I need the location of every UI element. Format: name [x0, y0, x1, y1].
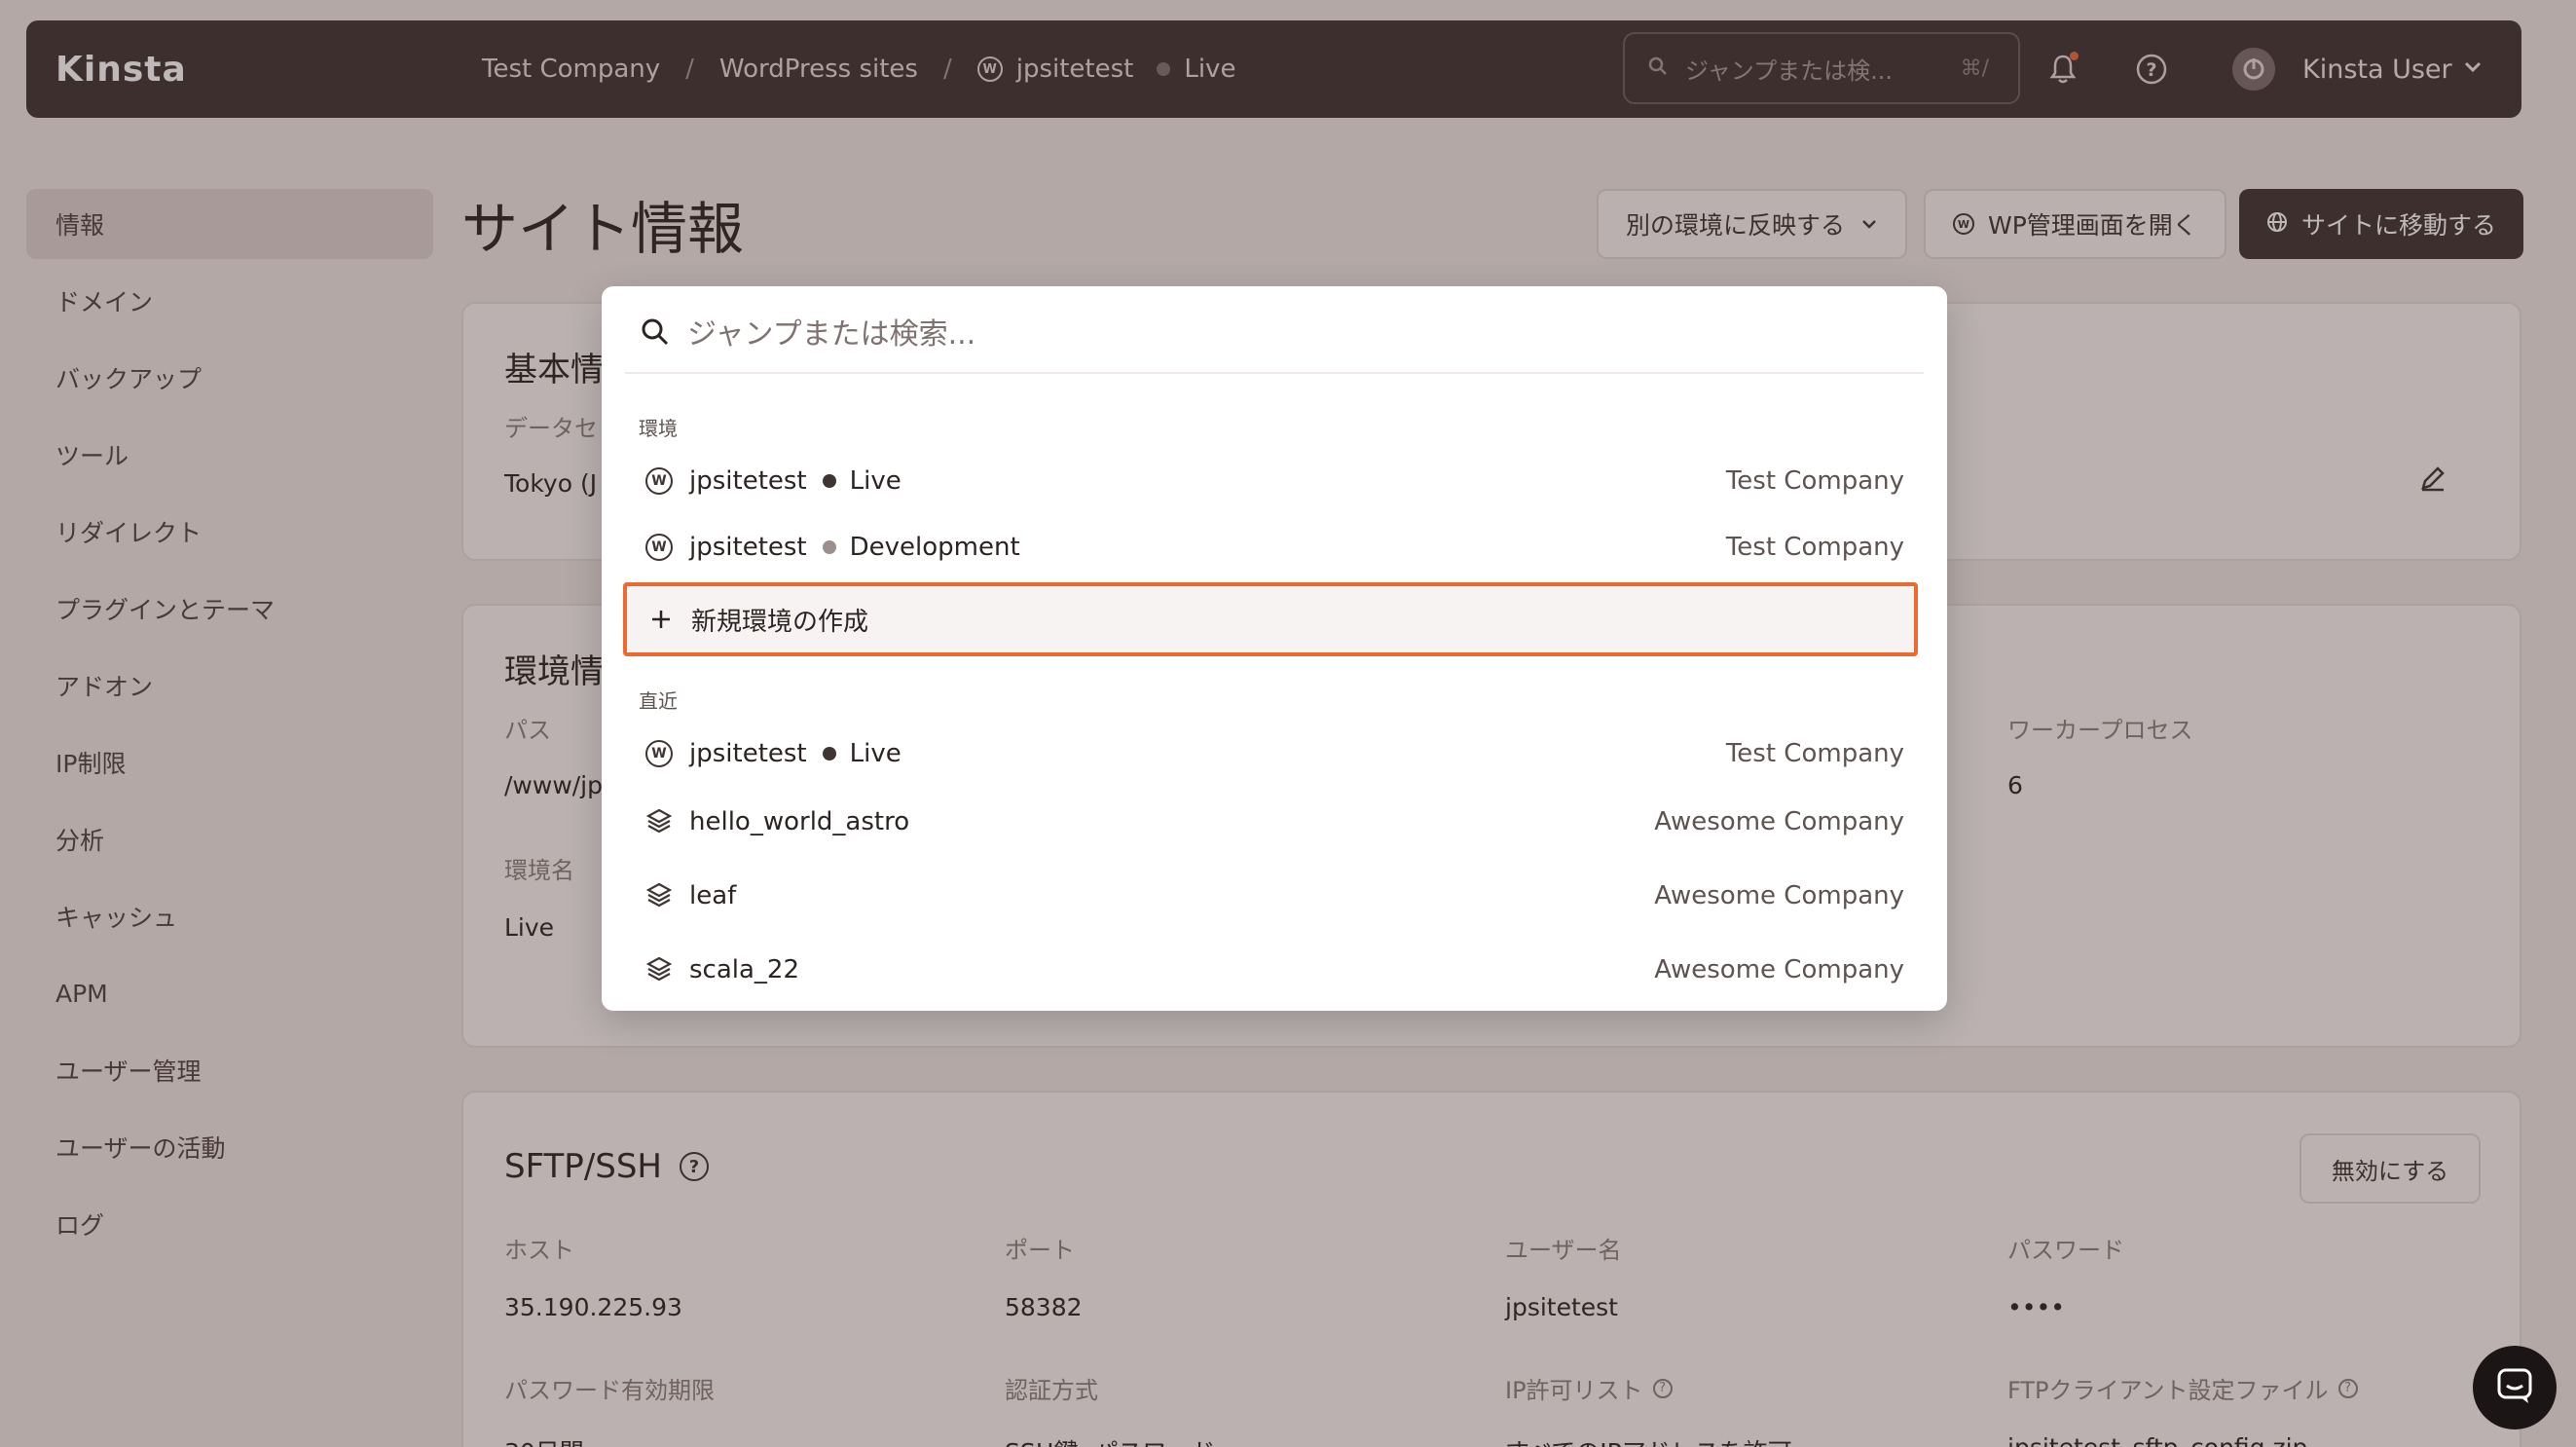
command-palette: 環境 W jpsitetest Live Test Company W jpsi… [602, 286, 1947, 1011]
company-name: Awesome Company [1654, 807, 1904, 836]
site-name: scala_22 [689, 955, 800, 984]
wordpress-icon: W [644, 533, 674, 562]
environment-status-dot [822, 540, 836, 554]
environment-status-dot [822, 747, 836, 761]
company-name: Awesome Company [1654, 955, 1904, 984]
environment-name: Development [849, 533, 1020, 562]
plus-icon [646, 605, 676, 634]
create-environment-button[interactable]: 新規環境の作成 [623, 582, 1918, 656]
company-name: Test Company [1725, 466, 1904, 496]
create-environment-label: 新規環境の作成 [691, 607, 869, 637]
support-chat-button[interactable] [2473, 1346, 2557, 1429]
chat-icon [2495, 1366, 2534, 1409]
site-name: jpsitetest [689, 739, 807, 768]
wordpress-icon: W [644, 466, 674, 496]
layers-icon [644, 955, 674, 984]
company-name: Test Company [1725, 533, 1904, 562]
site-name: jpsitetest [689, 466, 807, 496]
search-icon [641, 317, 670, 351]
wordpress-icon: W [644, 739, 674, 768]
palette-search-bar [625, 312, 1924, 374]
environment-name: Live [849, 466, 902, 496]
environment-status-dot [822, 474, 836, 488]
site-name: jpsitetest [689, 533, 807, 562]
recent-section-label: 直近 [639, 689, 678, 713]
palette-item-recent[interactable]: leaf Awesome Company [625, 865, 1924, 927]
palette-item-recent[interactable]: hello_world_astro Awesome Company [625, 791, 1924, 853]
palette-item-environment[interactable]: W jpsitetest Live Test Company [625, 450, 1924, 512]
site-name: hello_world_astro [689, 807, 910, 836]
site-name: leaf [689, 881, 737, 910]
palette-item-environment[interactable]: W jpsitetest Development Test Company [625, 516, 1924, 578]
palette-item-recent[interactable]: W jpsitetest Live Test Company [625, 723, 1924, 785]
layers-icon [644, 807, 674, 836]
company-name: Awesome Company [1654, 881, 1904, 910]
palette-search-input[interactable] [687, 316, 1856, 352]
company-name: Test Company [1725, 739, 1904, 768]
environments-section-label: 環境 [639, 417, 678, 440]
palette-item-recent[interactable]: scala_22 Awesome Company [625, 939, 1924, 1001]
layers-icon [644, 881, 674, 910]
environment-name: Live [849, 739, 902, 768]
